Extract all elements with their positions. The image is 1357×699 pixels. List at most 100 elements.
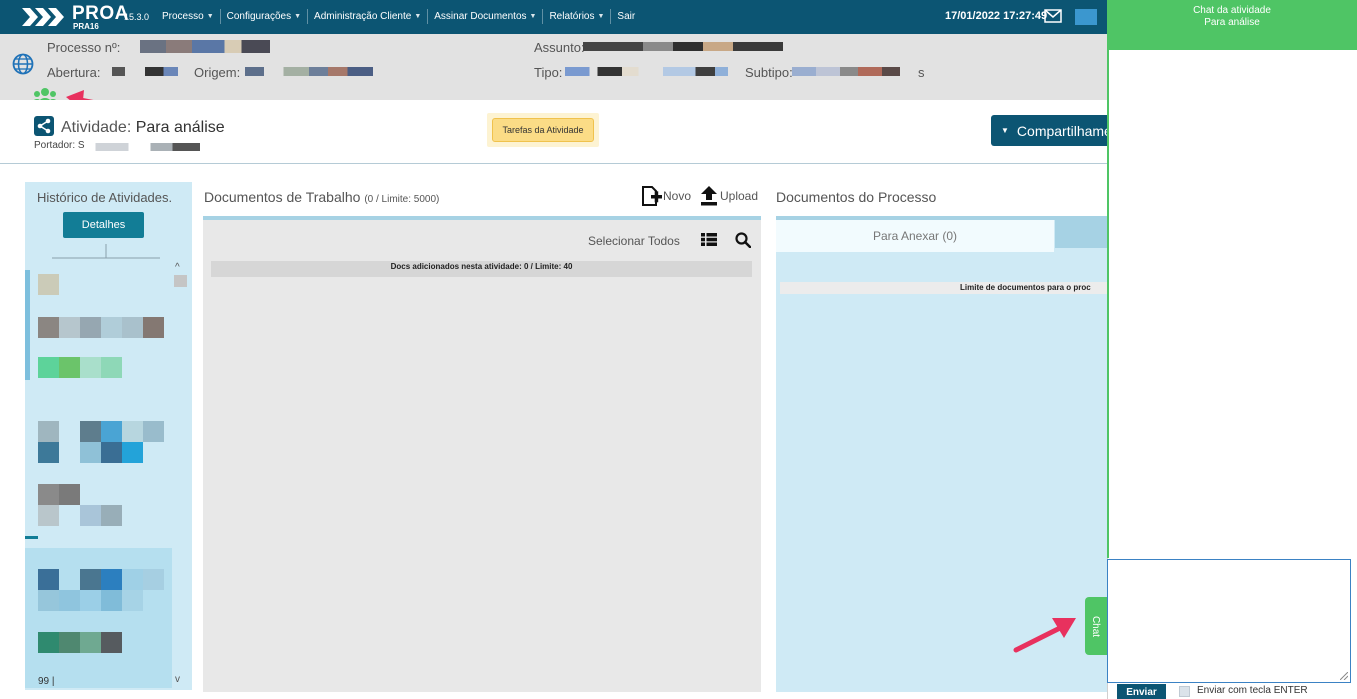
scroll-up-icon[interactable]: ^ <box>175 262 180 273</box>
compartilhar-label: Compartilhame <box>1016 122 1111 139</box>
history-tile <box>80 590 101 611</box>
main-menu: Processo ▼ Configurações ▼ Administração C… <box>156 9 641 24</box>
upload-button[interactable]: Upload <box>700 186 758 206</box>
redacted-tipo <box>565 67 728 76</box>
history-tile <box>80 632 101 653</box>
history-tile <box>80 357 101 378</box>
caret-down-icon: ▼ <box>414 13 422 20</box>
history-tile <box>38 484 59 505</box>
menu-configuracoes[interactable]: Configurações ▼ <box>219 9 307 24</box>
assunto-label: Assunto: <box>534 40 585 55</box>
portador-label: Portador: S <box>34 140 85 151</box>
work-docs-title: Documentos de Trabalho (0 / Limite: 5000… <box>204 189 439 205</box>
chat-header: Chat da atividade Para análise <box>1107 0 1357 50</box>
menu-label: Assinar Documentos <box>434 11 527 22</box>
activity-title: Atividade: Para análise <box>61 119 225 137</box>
enviar-button[interactable]: Enviar <box>1117 684 1166 699</box>
history-tile <box>59 632 80 653</box>
enviar-com-enter-label: Enviar com tecla ENTER <box>1197 685 1308 696</box>
history-tile <box>38 569 59 590</box>
work-docs-title-text: Documentos de Trabalho <box>204 189 361 205</box>
enviar-com-enter-checkbox[interactable] <box>1179 686 1190 697</box>
history-tile <box>122 569 143 590</box>
resize-grip-icon[interactable] <box>1340 672 1348 680</box>
tab-para-anexar[interactable]: Para Anexar (0) <box>776 220 1054 252</box>
history-tile <box>122 421 143 442</box>
history-tile <box>80 505 101 526</box>
abertura-label: Abertura: <box>47 65 101 80</box>
history-tile <box>101 421 122 442</box>
proa-logo-icon[interactable] <box>22 6 66 28</box>
history-tile <box>143 421 164 442</box>
caret-down-icon: ▼ <box>529 13 537 20</box>
scrollbar-thumb[interactable] <box>174 275 187 287</box>
history-tile <box>38 632 59 653</box>
compartilhar-button[interactable]: ▼ Compartilhame <box>991 115 1111 146</box>
history-tile <box>59 484 80 505</box>
app-version: 15.3.0 <box>124 12 150 22</box>
menu-label: Administração Cliente <box>314 11 412 22</box>
chat-header-subtitle: Para análise <box>1204 17 1260 28</box>
selecionar-todos-link[interactable]: Selecionar Todos <box>588 234 680 248</box>
history-tile <box>59 590 80 611</box>
history-tile <box>101 505 122 526</box>
work-docs-panel <box>203 216 761 692</box>
caret-down-icon: ▼ <box>597 13 605 20</box>
caret-down-icon: ▼ <box>206 13 214 20</box>
history-tile <box>38 442 59 463</box>
origem-label: Origem: <box>194 65 241 80</box>
history-tile <box>38 317 59 338</box>
novo-label: Novo <box>663 189 692 203</box>
history-tile <box>122 442 143 463</box>
history-tile <box>122 590 143 611</box>
history-tile <box>80 421 101 442</box>
tarefas-da-atividade-button[interactable]: Tarefas da Atividade <box>492 118 594 142</box>
history-tile <box>101 632 122 653</box>
globe-icon[interactable] <box>12 53 34 75</box>
history-tile <box>101 317 122 338</box>
list-icon[interactable] <box>701 233 717 246</box>
new-document-icon <box>642 186 662 206</box>
history-count: 99 | <box>38 676 55 687</box>
subtipo-tail: s <box>918 65 925 80</box>
mail-icon[interactable] <box>1044 9 1062 23</box>
history-tile <box>143 569 164 590</box>
history-scrollbar[interactable] <box>172 262 188 690</box>
history-tile <box>101 590 122 611</box>
history-tile <box>101 569 122 590</box>
app-subtitle: PRA16 <box>73 22 99 31</box>
chat-tab-label: Chat <box>1090 615 1102 637</box>
share-icon[interactable] <box>34 116 54 136</box>
annotation-arrow <box>1013 618 1076 653</box>
subtipo-label: Subtipo: <box>745 65 793 80</box>
menu-relatorios[interactable]: Relatórios ▼ <box>542 9 610 24</box>
history-selected-marker <box>25 270 30 380</box>
activity-label: Atividade: <box>61 119 132 136</box>
history-separator <box>25 536 38 539</box>
process-docs-limit-row: Limite de documentos para o proc <box>780 282 1107 294</box>
menu-sair[interactable]: Sair <box>610 9 641 24</box>
menu-assinar-documentos[interactable]: Assinar Documentos ▼ <box>427 9 542 24</box>
detalhes-button[interactable]: Detalhes <box>63 212 144 238</box>
menu-administracao-cliente[interactable]: Administração Cliente ▼ <box>307 9 427 24</box>
history-tile <box>38 505 59 526</box>
upload-label: Upload <box>720 189 759 203</box>
novo-button[interactable]: Novo <box>641 186 691 206</box>
chat-messages-area <box>1107 50 1357 558</box>
redacted-origem <box>245 67 373 76</box>
work-docs-limit: (0 / Limite: 5000) <box>364 194 440 205</box>
tab-secondary[interactable] <box>1055 220 1107 248</box>
caret-down-icon: ▼ <box>294 13 302 20</box>
redacted-subtipo <box>792 67 912 76</box>
processo-numero-label: Processo nº: <box>47 40 121 55</box>
history-tile <box>80 569 101 590</box>
docs-added-row: Docs adicionados nesta atividade: 0 / Li… <box>211 261 752 277</box>
search-icon[interactable] <box>735 232 751 248</box>
chat-toggle-tab[interactable]: Chat <box>1085 597 1107 655</box>
history-tile <box>38 357 59 378</box>
menu-processo[interactable]: Processo ▼ <box>156 9 220 24</box>
history-tile <box>59 317 80 338</box>
history-divider <box>52 244 160 259</box>
scroll-down-icon[interactable]: v <box>175 674 180 685</box>
chat-message-input[interactable] <box>1107 559 1351 683</box>
